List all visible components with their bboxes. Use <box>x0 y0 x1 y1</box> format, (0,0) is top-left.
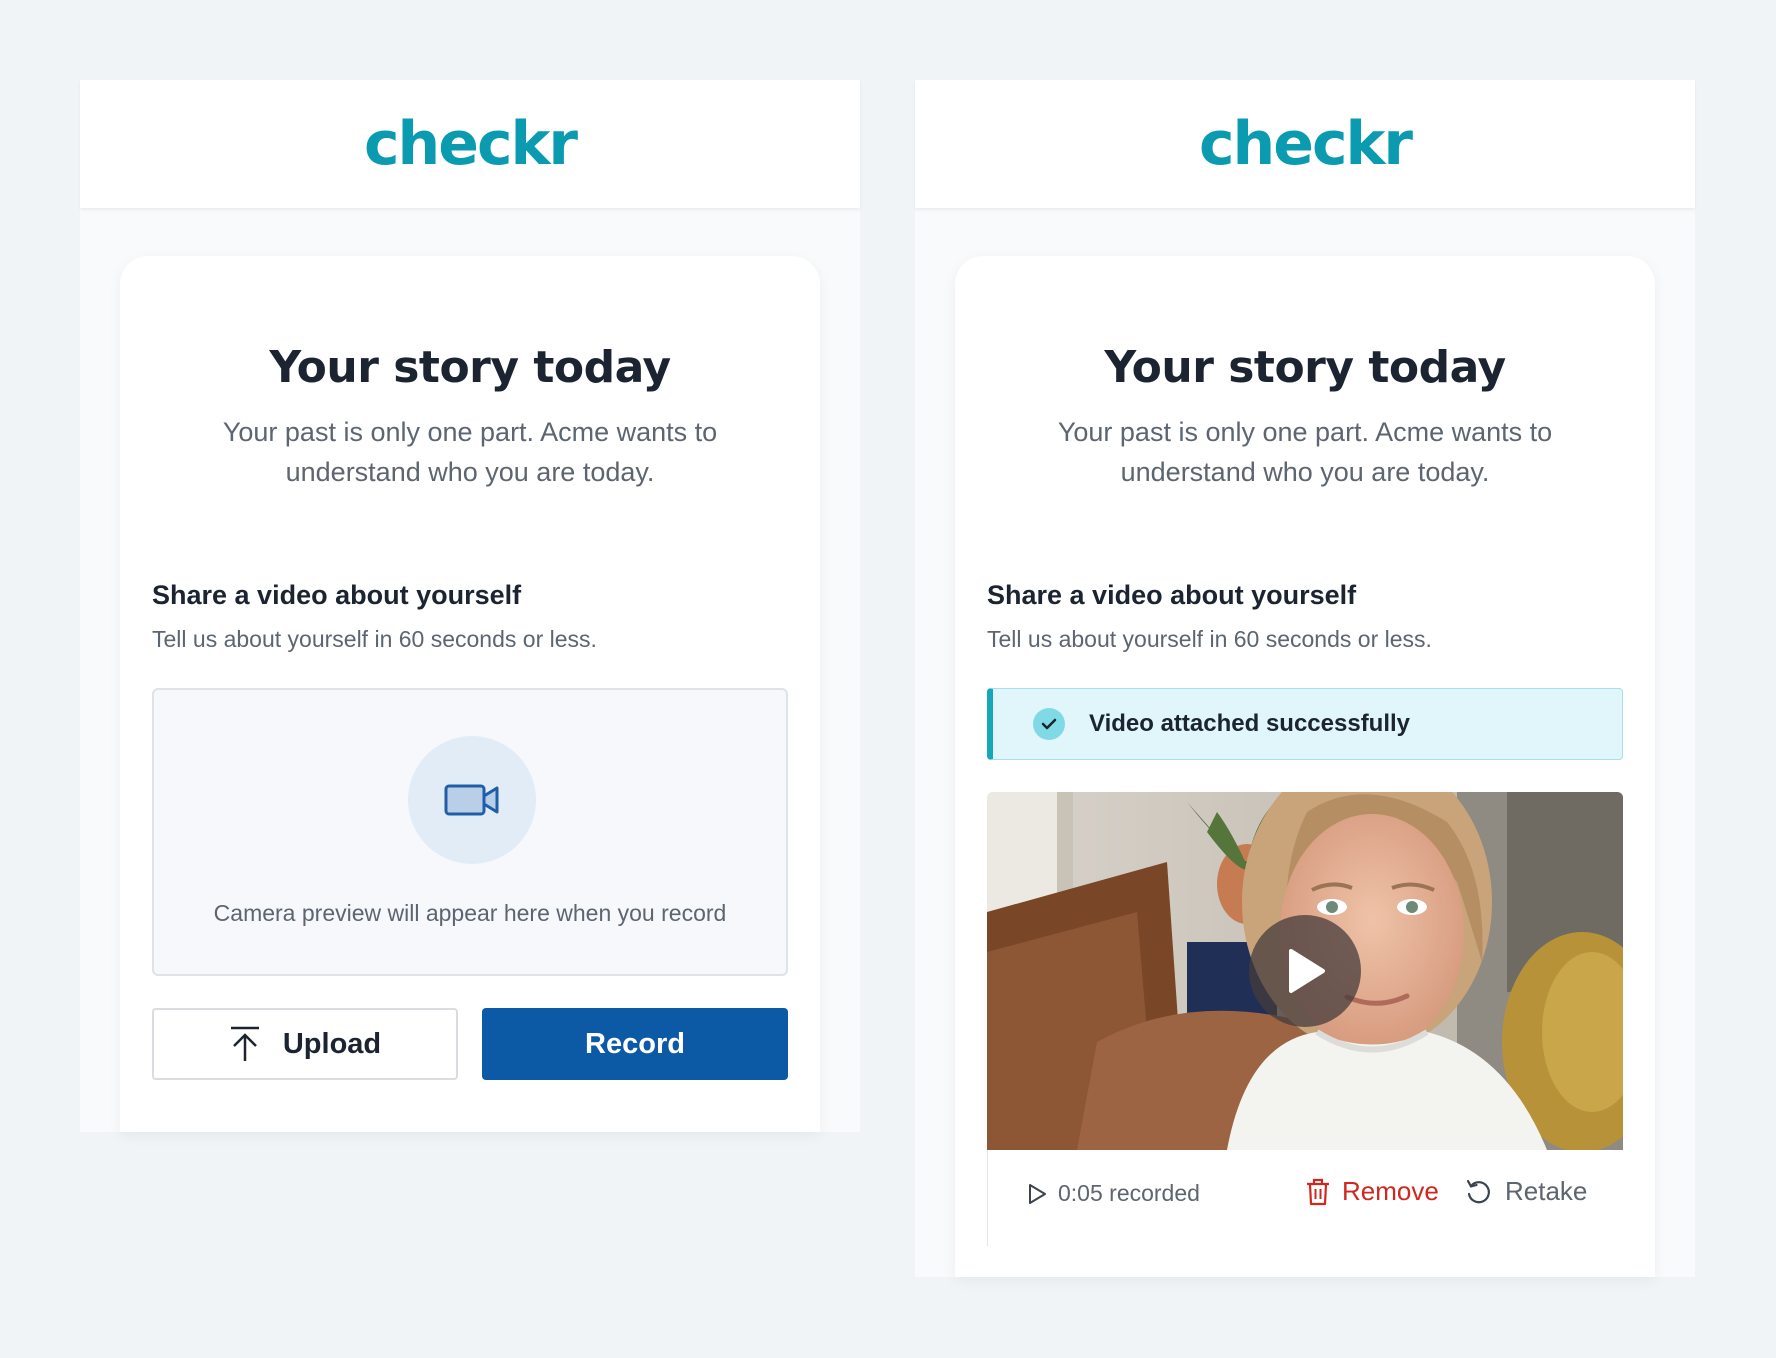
section-heading: Share a video about yourself <box>152 580 522 610</box>
story-card: Your story today Your past is only one p… <box>120 256 820 1132</box>
record-label: Record <box>585 1027 685 1060</box>
camera-preview-text: Camera preview will appear here when you… <box>213 900 727 926</box>
recorded-text: 0:05 recorded <box>1058 1180 1200 1206</box>
page-title: Your story today <box>1104 342 1506 393</box>
retake-icon <box>1466 1179 1490 1203</box>
retake-button[interactable]: Retake <box>1465 1176 1587 1207</box>
video-attached-screen: checkr Your story today Your past is onl… <box>915 80 1695 1277</box>
section-subtext: Tell us about yourself in 60 seconds or … <box>152 626 597 652</box>
section-heading: Share a video about yourself <box>987 580 1357 610</box>
video-controls-bar: 0:05 recorded Remove Retake <box>987 1150 1623 1246</box>
header-bar: checkr <box>915 80 1695 208</box>
video-thumbnail[interactable] <box>987 792 1623 1150</box>
upload-label: Upload <box>282 1027 382 1060</box>
upload-arrow-icon <box>230 1026 259 1061</box>
header-bar: checkr <box>80 80 860 208</box>
checkr-logo: checkr <box>1198 109 1413 179</box>
remove-label: Remove <box>1342 1176 1439 1206</box>
video-camera-icon <box>408 736 536 864</box>
recorded-duration: 0:05 recorded <box>1026 1180 1200 1207</box>
page-title: Your story today <box>269 342 671 393</box>
camera-preview-area: Camera preview will appear here when you… <box>152 688 788 976</box>
story-card: Your story today Your past is only one p… <box>955 256 1655 1277</box>
record-video-screen: checkr Your story today Your past is onl… <box>80 80 860 1132</box>
success-message: Video attached successfully <box>1089 710 1411 737</box>
checkr-logo: checkr <box>363 109 578 179</box>
page-subtitle: Your past is only one part. Acme wants t… <box>1057 417 1553 487</box>
trash-icon <box>1307 1178 1329 1205</box>
record-button[interactable]: Record <box>482 1008 788 1080</box>
upload-button[interactable]: Upload <box>152 1008 458 1080</box>
play-button[interactable] <box>1249 915 1361 1027</box>
section-subtext: Tell us about yourself in 60 seconds or … <box>987 626 1432 652</box>
success-banner: Video attached successfully <box>987 688 1623 760</box>
remove-button[interactable]: Remove <box>1306 1176 1439 1207</box>
play-outline-icon <box>1029 1183 1046 1204</box>
retake-label: Retake <box>1505 1176 1588 1206</box>
play-icon <box>1289 949 1325 993</box>
check-circle-icon <box>1033 708 1065 740</box>
page-subtitle: Your past is only one part. Acme wants t… <box>222 417 718 487</box>
